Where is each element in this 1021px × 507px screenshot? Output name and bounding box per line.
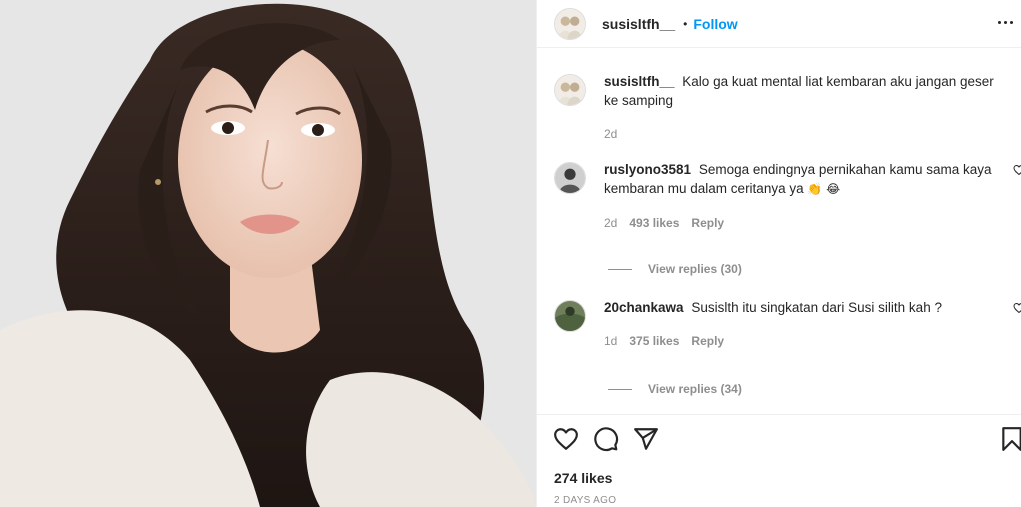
post-actions (553, 426, 1021, 454)
comment-likes[interactable]: 375 likes (629, 332, 679, 351)
avatar-image (555, 301, 585, 331)
comment-username[interactable]: 20chankawa (604, 300, 684, 315)
view-replies-label: View replies (34) (648, 382, 742, 396)
comments-list[interactable]: susisltfh__ Kalo ga kuat mental liat kem… (537, 56, 1021, 414)
comment-item: 20chankawa Susislth itu singkatan dari S… (554, 298, 1021, 351)
reply-button[interactable]: Reply (691, 332, 724, 351)
separator-dot: • (683, 16, 688, 31)
comment-timestamp[interactable]: 2d (604, 214, 617, 233)
view-replies-line (608, 388, 632, 390)
post-likes-count[interactable]: 274 likes (554, 470, 612, 486)
comment-likes[interactable]: 493 likes (629, 214, 679, 233)
post-date[interactable]: 2 DAYS AGO (554, 495, 616, 506)
post-author-username[interactable]: susisltfh__ (602, 16, 675, 32)
reply-button[interactable]: Reply (691, 214, 724, 233)
portrait-photo (0, 0, 536, 507)
post-panel: susisltfh__ • Follow susisltfh__ Kalo ga… (536, 0, 1021, 507)
caption-username[interactable]: susisltfh__ (604, 74, 675, 89)
view-replies-label: View replies (30) (648, 262, 742, 276)
more-options-icon[interactable] (995, 12, 1015, 32)
avatar-image (555, 163, 585, 193)
share-icon[interactable] (633, 426, 659, 452)
comment-item: ruslyono3581 Semoga endingnya pernikahan… (554, 160, 1021, 233)
actions-divider (537, 414, 1021, 415)
caption: susisltfh__ Kalo ga kuat mental liat kem… (554, 72, 1021, 144)
comment-body: ruslyono3581 Semoga endingnya pernikahan… (604, 160, 1009, 233)
comment-timestamp[interactable]: 1d (604, 332, 617, 351)
comment-heart-icon[interactable] (1013, 164, 1021, 176)
post-author-avatar[interactable] (554, 7, 586, 40)
comment-body: 20chankawa Susislth itu singkatan dari S… (604, 298, 1009, 351)
comment-emojis: 👏 😂 (807, 182, 841, 196)
commenter-avatar[interactable] (554, 162, 586, 194)
view-replies-button[interactable]: View replies (30) (608, 262, 742, 276)
caption-author-avatar[interactable] (554, 74, 586, 106)
avatar-image (555, 8, 585, 39)
view-replies-button[interactable]: View replies (34) (608, 382, 742, 396)
comment-text: Susislth itu singkatan dari Susi silith … (691, 300, 942, 315)
post-header: susisltfh__ • Follow (537, 0, 1021, 48)
caption-timestamp[interactable]: 2d (604, 125, 617, 144)
comment-icon[interactable] (593, 426, 619, 452)
avatar-image (555, 75, 585, 105)
follow-button[interactable]: Follow (693, 16, 737, 32)
view-replies-line (608, 268, 632, 270)
commenter-avatar[interactable] (554, 300, 586, 332)
heart-icon[interactable] (553, 426, 579, 452)
caption-body: susisltfh__ Kalo ga kuat mental liat kem… (604, 72, 1009, 144)
comment-heart-icon[interactable] (1013, 302, 1021, 314)
comment-username[interactable]: ruslyono3581 (604, 162, 691, 177)
post-image[interactable] (0, 0, 536, 507)
bookmark-icon[interactable] (999, 426, 1021, 452)
